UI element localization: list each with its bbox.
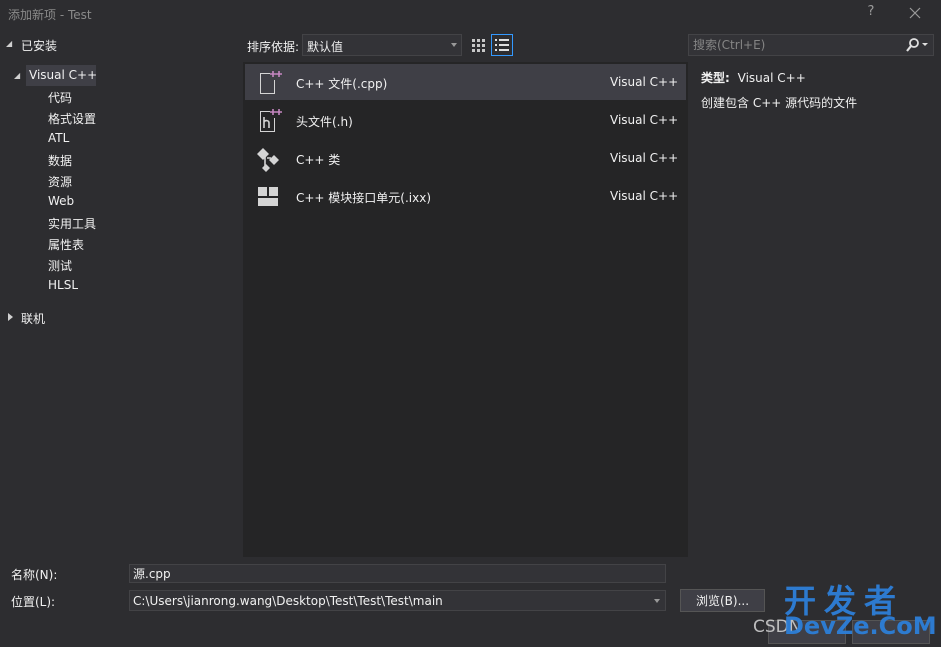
location-label: 位置(L): xyxy=(11,595,56,609)
name-label: 名称(N): xyxy=(11,568,58,582)
tree-item-utility[interactable]: 实用工具 xyxy=(48,215,96,232)
module-interface-icon xyxy=(258,187,278,206)
template-language: Visual C++ xyxy=(610,75,679,89)
tree-item-data[interactable]: 数据 xyxy=(48,152,72,169)
window-title: 添加新项 - Test xyxy=(8,8,92,22)
browse-button[interactable]: 浏览(B)... xyxy=(680,589,765,612)
cpp-file-icon xyxy=(260,71,282,94)
details-description: 创建包含 C++ 源代码的文件 xyxy=(701,96,858,110)
grid-view-icon xyxy=(472,39,485,52)
tree-node-online-label: 联机 xyxy=(21,312,46,326)
expanded-arrow-icon: ◢ xyxy=(6,39,13,48)
list-view-icon xyxy=(495,39,509,51)
sort-dropdown[interactable]: 默认值 xyxy=(302,34,462,56)
tree-item-atl[interactable]: ATL xyxy=(48,131,69,145)
tree-node-visual-cpp-label: Visual C++ xyxy=(29,68,98,82)
template-name: C++ 模块接口单元(.ixx) xyxy=(296,191,432,205)
tree-item-code[interactable]: 代码 xyxy=(48,89,72,106)
template-row-cpp-class[interactable]: C++ 类 Visual C++ xyxy=(245,140,686,176)
template-row-cpp-file[interactable]: C++ 文件(.cpp) Visual C++ xyxy=(245,64,686,100)
tree-item-test[interactable]: 测试 xyxy=(48,257,72,274)
location-value: C:\Users\jianrong.wang\Desktop\Test\Test… xyxy=(133,594,443,608)
search-icon xyxy=(906,38,928,52)
help-button[interactable]: ? xyxy=(864,4,878,22)
header-file-icon xyxy=(260,109,282,132)
template-name: C++ 类 xyxy=(296,153,341,167)
name-input[interactable] xyxy=(129,564,666,583)
template-language: Visual C++ xyxy=(610,113,679,127)
template-list: C++ 文件(.cpp) Visual C++ 头文件(.h) Visual C… xyxy=(243,62,688,557)
close-icon xyxy=(909,7,921,19)
details-type-label: 类型: xyxy=(701,71,730,85)
chevron-down-icon xyxy=(451,43,457,47)
tree-item-resource[interactable]: 资源 xyxy=(48,173,72,190)
close-button[interactable] xyxy=(902,2,928,24)
title-bar: 添加新项 - Test ? xyxy=(0,0,941,27)
tree-node-online[interactable]: 联机 xyxy=(6,310,66,326)
list-view-button[interactable] xyxy=(491,34,513,56)
tree-item-formatting[interactable]: 格式设置 xyxy=(48,110,96,127)
details-type: 类型: Visual C++ xyxy=(701,69,806,86)
search-box xyxy=(688,34,934,56)
template-language: Visual C++ xyxy=(610,151,679,165)
search-input[interactable] xyxy=(689,35,901,55)
tree-node-visual-cpp[interactable]: Visual C++ xyxy=(26,65,98,86)
watermark-domain: DevZe.CoM xyxy=(784,612,937,640)
tree-item-hlsl[interactable]: HLSL xyxy=(48,278,78,292)
template-name: 头文件(.h) xyxy=(296,115,353,129)
template-language: Visual C++ xyxy=(610,189,679,203)
expanded-arrow-icon[interactable]: ◢ xyxy=(14,71,20,80)
tree-item-property-sheets[interactable]: 属性表 xyxy=(48,236,84,253)
template-row-header-file[interactable]: 头文件(.h) Visual C++ xyxy=(245,102,686,138)
cpp-class-icon xyxy=(257,148,279,172)
chevron-down-icon[interactable] xyxy=(654,599,660,603)
sort-label: 排序依据: xyxy=(247,40,300,54)
location-combobox[interactable]: C:\Users\jianrong.wang\Desktop\Test\Test… xyxy=(129,590,666,611)
collapsed-arrow-icon xyxy=(8,313,13,321)
details-type-value: Visual C++ xyxy=(737,71,806,85)
tree-item-web[interactable]: Web xyxy=(48,194,74,208)
tree-node-installed-label: 已安装 xyxy=(21,39,58,53)
template-row-module-interface[interactable]: C++ 模块接口单元(.ixx) Visual C++ xyxy=(245,178,686,214)
grid-view-button[interactable] xyxy=(468,34,488,55)
sort-dropdown-value: 默认值 xyxy=(307,40,344,54)
template-name: C++ 文件(.cpp) xyxy=(296,77,388,91)
search-button[interactable] xyxy=(903,37,931,53)
tree-node-installed[interactable]: ◢ 已安装 xyxy=(6,37,86,53)
